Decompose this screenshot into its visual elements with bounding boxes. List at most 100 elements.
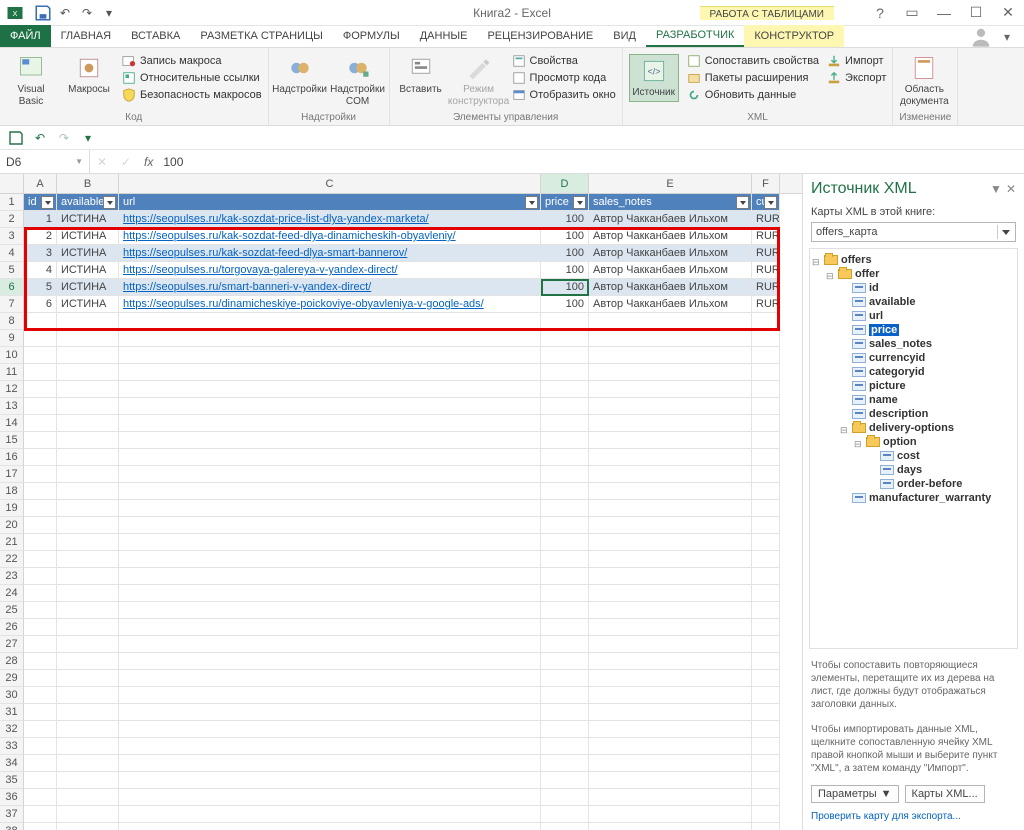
empty-cell[interactable]	[24, 636, 57, 653]
empty-cell[interactable]	[589, 347, 752, 364]
xml-tree-node[interactable]: url	[812, 309, 1015, 323]
qat-redo-icon[interactable]: ↷	[78, 4, 96, 22]
empty-cell[interactable]	[752, 704, 780, 721]
fx-icon[interactable]: fх	[144, 155, 153, 169]
xml-pane-close-icon[interactable]: ✕	[1006, 182, 1016, 196]
empty-cell[interactable]	[57, 483, 119, 500]
empty-cell[interactable]	[24, 585, 57, 602]
table-cell[interactable]: RUR	[752, 211, 780, 228]
empty-cell[interactable]	[57, 789, 119, 806]
table-cell[interactable]: 100	[541, 296, 589, 313]
empty-cell[interactable]	[541, 381, 589, 398]
empty-cell[interactable]	[119, 313, 541, 330]
minimize-icon[interactable]: —	[928, 1, 960, 25]
empty-cell[interactable]	[589, 704, 752, 721]
column-header[interactable]: E	[589, 174, 752, 193]
row-header[interactable]: 31	[0, 704, 24, 721]
tab-review[interactable]: РЕЦЕНЗИРОВАНИЕ	[477, 25, 603, 47]
tab-layout[interactable]: РАЗМЕТКА СТРАНИЦЫ	[190, 25, 332, 47]
empty-cell[interactable]	[119, 483, 541, 500]
empty-cell[interactable]	[119, 466, 541, 483]
row-header[interactable]: 6	[0, 279, 24, 296]
empty-cell[interactable]	[541, 602, 589, 619]
empty-cell[interactable]	[541, 313, 589, 330]
table-header-cell[interactable]: price	[541, 194, 589, 211]
xml-tree-node[interactable]: id	[812, 281, 1015, 295]
xml-pane-options-icon[interactable]: ▼	[990, 182, 1002, 196]
empty-cell[interactable]	[752, 602, 780, 619]
xml-maps-button[interactable]: Карты XML...	[905, 785, 985, 803]
empty-cell[interactable]	[541, 483, 589, 500]
empty-cell[interactable]	[589, 670, 752, 687]
qat-redo2-icon[interactable]: ↷	[56, 130, 72, 146]
empty-cell[interactable]	[752, 415, 780, 432]
empty-cell[interactable]	[589, 500, 752, 517]
empty-cell[interactable]	[119, 738, 541, 755]
empty-cell[interactable]	[541, 772, 589, 789]
xml-tree-node[interactable]: offer	[812, 267, 1015, 281]
filter-dropdown-icon[interactable]	[736, 196, 749, 209]
row-header[interactable]: 33	[0, 738, 24, 755]
empty-cell[interactable]	[589, 585, 752, 602]
export-xml-button[interactable]: Экспорт	[827, 71, 886, 85]
empty-cell[interactable]	[589, 789, 752, 806]
empty-cell[interactable]	[589, 619, 752, 636]
filter-dropdown-icon[interactable]	[525, 196, 538, 209]
table-cell[interactable]: RUR	[752, 296, 780, 313]
empty-cell[interactable]	[24, 347, 57, 364]
row-header[interactable]: 8	[0, 313, 24, 330]
table-cell[interactable]: 6	[24, 296, 57, 313]
table-cell[interactable]: https://seopulses.ru/smart-banneri-v-yan…	[119, 279, 541, 296]
xml-tree-node[interactable]: days	[812, 463, 1015, 477]
empty-cell[interactable]	[541, 449, 589, 466]
empty-cell[interactable]	[589, 330, 752, 347]
column-header[interactable]: B	[57, 174, 119, 193]
empty-cell[interactable]	[752, 585, 780, 602]
row-header[interactable]: 13	[0, 398, 24, 415]
empty-cell[interactable]	[752, 806, 780, 823]
xml-tree-node[interactable]: currencyid	[812, 351, 1015, 365]
empty-cell[interactable]	[541, 534, 589, 551]
ribbon-options-icon[interactable]: ▭	[896, 1, 928, 25]
empty-cell[interactable]	[24, 364, 57, 381]
xml-tree-node[interactable]: manufacturer_warranty	[812, 491, 1015, 505]
empty-cell[interactable]	[589, 721, 752, 738]
empty-cell[interactable]	[119, 789, 541, 806]
empty-cell[interactable]	[57, 619, 119, 636]
row-header[interactable]: 10	[0, 347, 24, 364]
empty-cell[interactable]	[589, 364, 752, 381]
table-cell[interactable]: ИСТИНА	[57, 296, 119, 313]
empty-cell[interactable]	[541, 551, 589, 568]
visual-basic-button[interactable]: Visual Basic	[6, 54, 56, 107]
xml-tree-node[interactable]: picture	[812, 379, 1015, 393]
view-code-button[interactable]: Просмотр кода	[512, 71, 616, 85]
table-cell[interactable]: ИСТИНА	[57, 211, 119, 228]
row-header[interactable]: 32	[0, 721, 24, 738]
empty-cell[interactable]	[589, 568, 752, 585]
empty-cell[interactable]	[119, 772, 541, 789]
table-cell[interactable]: 5	[24, 279, 57, 296]
empty-cell[interactable]	[752, 347, 780, 364]
empty-cell[interactable]	[57, 636, 119, 653]
empty-cell[interactable]	[24, 415, 57, 432]
column-header[interactable]: F	[752, 174, 780, 193]
row-header[interactable]: 22	[0, 551, 24, 568]
empty-cell[interactable]	[119, 670, 541, 687]
empty-cell[interactable]	[752, 466, 780, 483]
xml-tree-node[interactable]: price	[812, 323, 1015, 337]
xml-tree-node[interactable]: option	[812, 435, 1015, 449]
empty-cell[interactable]	[24, 670, 57, 687]
table-cell[interactable]: https://seopulses.ru/dinamicheskiye-poic…	[119, 296, 541, 313]
empty-cell[interactable]	[119, 704, 541, 721]
empty-cell[interactable]	[589, 534, 752, 551]
empty-cell[interactable]	[119, 517, 541, 534]
empty-cell[interactable]	[541, 789, 589, 806]
row-header[interactable]: 23	[0, 568, 24, 585]
cancel-formula-icon[interactable]: ✕	[90, 155, 114, 169]
empty-cell[interactable]	[752, 772, 780, 789]
empty-cell[interactable]	[752, 568, 780, 585]
empty-cell[interactable]	[119, 585, 541, 602]
row-header[interactable]: 15	[0, 432, 24, 449]
filter-dropdown-icon[interactable]	[573, 196, 586, 209]
properties-button[interactable]: Свойства	[512, 54, 616, 68]
